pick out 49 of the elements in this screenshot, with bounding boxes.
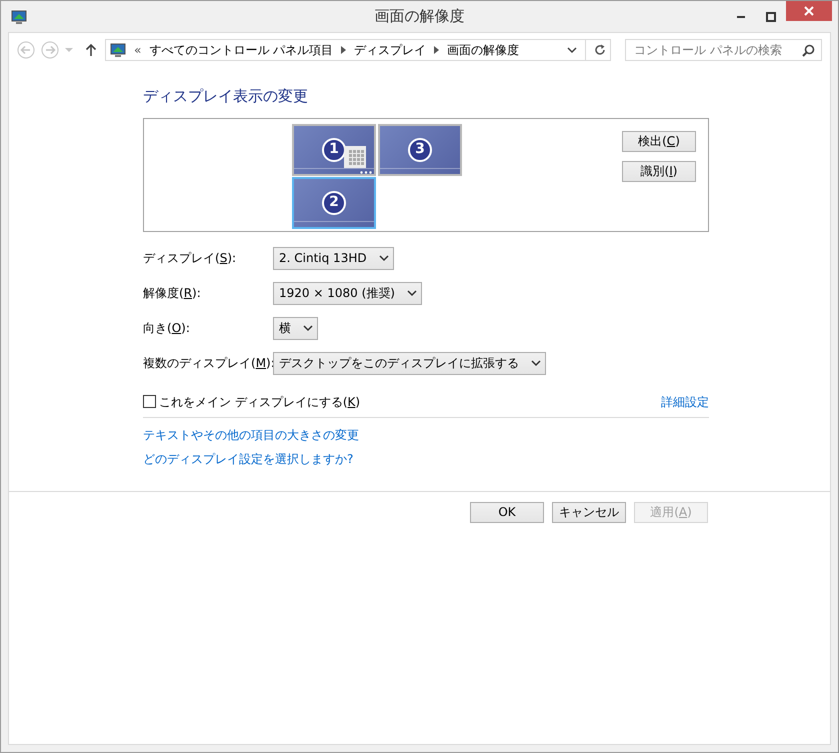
breadcrumb-item[interactable]: ディスプレイ [354, 41, 426, 59]
side-button[interactable]: 検出(C) [622, 130, 696, 152]
address-dropdown-button[interactable] [567, 46, 577, 54]
up-arrow-icon [85, 43, 97, 57]
more-dots-icon [360, 170, 372, 174]
search-field[interactable]: コントロール パネルの検索 [625, 39, 822, 61]
refresh-icon [594, 44, 606, 56]
address-bar[interactable]: « すべてのコントロール パネル項目 ディスプレイ 画面の解像度 [105, 39, 611, 61]
setting-dropdown[interactable]: デスクトップをこのディスプレイに拡張する [273, 352, 546, 374]
window-title: 画面の解像度 [374, 6, 464, 28]
search-icon [802, 44, 815, 56]
chevron-down-icon [303, 324, 313, 332]
breadcrumb-arrow-icon [434, 46, 440, 54]
dialog-button[interactable]: キャンセル [552, 502, 626, 522]
monitor-tile[interactable]: 2 [292, 176, 376, 228]
up-button[interactable] [85, 43, 97, 57]
advanced-settings-link[interactable]: 詳細設定 [661, 392, 709, 410]
monitor-tile[interactable]: 1 [292, 124, 376, 176]
section-heading: ディスプレイ表示の変更 [143, 86, 309, 107]
chevron-down-icon [531, 360, 541, 366]
monitor-icon [110, 42, 126, 58]
chevron-down-icon [567, 46, 577, 54]
monitor-tile[interactable]: 3 [378, 124, 462, 176]
side-button[interactable]: 識別(I) [622, 160, 696, 182]
chevron-down-icon [406, 290, 417, 296]
help-link[interactable]: テキストやその他の項目の大きさの変更 [143, 428, 359, 442]
minimize-icon [737, 16, 745, 18]
refresh-button[interactable] [594, 44, 606, 56]
breadcrumb-item[interactable]: 画面の解像度 [447, 41, 520, 59]
close-icon [804, 6, 814, 16]
overflow-chevron[interactable]: « [134, 41, 142, 59]
setting-label: ディスプレイ(S): [143, 250, 238, 267]
setting-dropdown[interactable]: 1920 × 1080 (推奨) [273, 282, 422, 304]
setting-label: 向き(O): [143, 320, 191, 337]
checkbox[interactable] [143, 395, 156, 408]
caret-icon [65, 48, 73, 52]
setting-dropdown[interactable]: 2. Cintiq 13HD [273, 246, 394, 270]
maximize-icon [766, 12, 776, 22]
breadcrumb-arrow-icon [341, 46, 346, 54]
help-link[interactable]: どのディスプレイ設定を選択しますか? [143, 452, 354, 466]
monitor-icon [11, 10, 27, 25]
close-button[interactable] [786, 1, 832, 21]
taskbar-grid-icon [344, 146, 366, 168]
chevron-down-icon [378, 254, 389, 262]
setting-label: 解像度(R): [143, 285, 202, 302]
checkbox-label[interactable]: これをメイン ディスプレイにする(K) [159, 392, 360, 410]
dialog-button[interactable]: OK [470, 502, 544, 522]
setting-dropdown[interactable]: 横 [273, 316, 318, 340]
breadcrumb-item[interactable]: すべてのコントロール パネル項目 [149, 41, 334, 59]
